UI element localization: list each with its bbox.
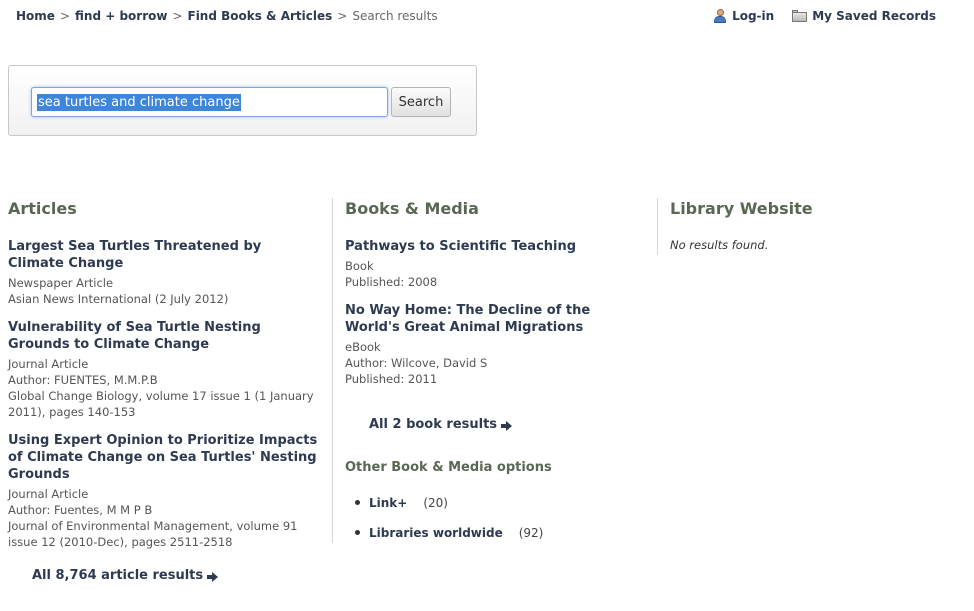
article-author: Author: FUENTES, M.M.P.B [8, 373, 158, 387]
all-book-results-label: All 2 book results [369, 417, 498, 432]
saved-records-link[interactable]: My Saved Records [792, 9, 936, 23]
article-title-link[interactable]: Vulnerability of Sea Turtle Nesting Grou… [8, 319, 318, 353]
bullet-icon [355, 530, 360, 535]
book-type: eBook [345, 340, 381, 354]
article-title-link[interactable]: Largest Sea Turtles Threatened by Climat… [8, 238, 318, 272]
book-title-link[interactable]: Pathways to Scientific Teaching [345, 238, 635, 255]
column-divider [657, 198, 658, 255]
article-type: Newspaper Article [8, 276, 114, 290]
website-heading: Library Website [670, 199, 813, 218]
arrow-right-icon [207, 572, 219, 582]
breadcrumb-home[interactable]: Home [16, 9, 55, 23]
bullet-icon [355, 500, 360, 505]
breadcrumb-separator: > [172, 9, 183, 23]
article-result: Largest Sea Turtles Threatened by Climat… [8, 238, 318, 307]
other-options-heading: Other Book & Media options [345, 460, 552, 475]
all-article-results-link[interactable]: All 8,764 article results [32, 568, 219, 583]
all-book-results-link[interactable]: All 2 book results [369, 417, 513, 432]
book-author: Author: Wilcove, David S [345, 356, 488, 370]
option-count: (20) [423, 495, 448, 510]
saved-records-label: My Saved Records [812, 9, 936, 23]
option-libraries-worldwide[interactable]: Libraries worldwide [369, 526, 503, 540]
book-type: Book [345, 259, 374, 273]
user-icon [713, 9, 727, 23]
breadcrumb: Home > find + borrow > Find Books & Articles… [16, 9, 438, 23]
library-website-column: Library Website No results found. [670, 198, 950, 252]
option-link-plus[interactable]: Link+ [369, 496, 407, 510]
article-result: Using Expert Opinion to Prioritize Impac… [8, 432, 318, 550]
book-result: Pathways to Scientific Teaching Book Pub… [345, 238, 635, 290]
search-button[interactable]: Search [391, 87, 451, 117]
book-published: Published: 2008 [345, 275, 438, 289]
articles-heading: Articles [8, 199, 77, 218]
breadcrumb-find-borrow[interactable]: find + borrow [75, 9, 167, 23]
books-heading: Books & Media [345, 199, 479, 218]
breadcrumb-separator: > [59, 9, 70, 23]
article-type: Journal Article [8, 487, 89, 501]
article-author: Author: Fuentes, M M P B [8, 503, 153, 517]
breadcrumb-separator: > [337, 9, 348, 23]
column-divider [332, 198, 333, 543]
search-panel: sea turtles and climate change Search [8, 65, 477, 136]
login-link[interactable]: Log-in [713, 9, 774, 23]
arrow-right-icon [501, 421, 513, 431]
article-result: Vulnerability of Sea Turtle Nesting Grou… [8, 319, 318, 420]
book-result: No Way Home: The Decline of the World's … [345, 302, 635, 387]
search-input[interactable] [31, 87, 388, 117]
other-options-list: Link+ (20) Libraries worldwide (92) [355, 494, 543, 554]
breadcrumb-current: Search results [352, 9, 438, 23]
other-option-item: Link+ (20) [355, 494, 543, 511]
option-count: (92) [518, 525, 544, 540]
breadcrumb-find-books-articles[interactable]: Find Books & Articles [188, 9, 333, 23]
user-links: Log-in My Saved Records [713, 9, 936, 23]
login-label: Log-in [732, 9, 775, 23]
article-source: Global Change Biology, volume 17 issue 1… [8, 389, 314, 419]
article-type: Journal Article [8, 357, 89, 371]
other-option-item: Libraries worldwide (92) [355, 524, 543, 541]
all-article-results-label: All 8,764 article results [32, 568, 204, 583]
books-media-column: Books & Media Pathways to Scientific Tea… [345, 198, 635, 399]
book-title-link[interactable]: No Way Home: The Decline of the World's … [345, 302, 635, 336]
no-results-message: No results found. [670, 238, 769, 252]
article-source: Asian News International (2 July 2012) [8, 292, 229, 306]
folder-icon [792, 10, 808, 22]
article-source: Journal of Environmental Management, vol… [8, 519, 298, 549]
book-published: Published: 2011 [345, 372, 438, 386]
articles-column: Articles Largest Sea Turtles Threatened … [8, 198, 318, 562]
article-title-link[interactable]: Using Expert Opinion to Prioritize Impac… [8, 432, 318, 483]
